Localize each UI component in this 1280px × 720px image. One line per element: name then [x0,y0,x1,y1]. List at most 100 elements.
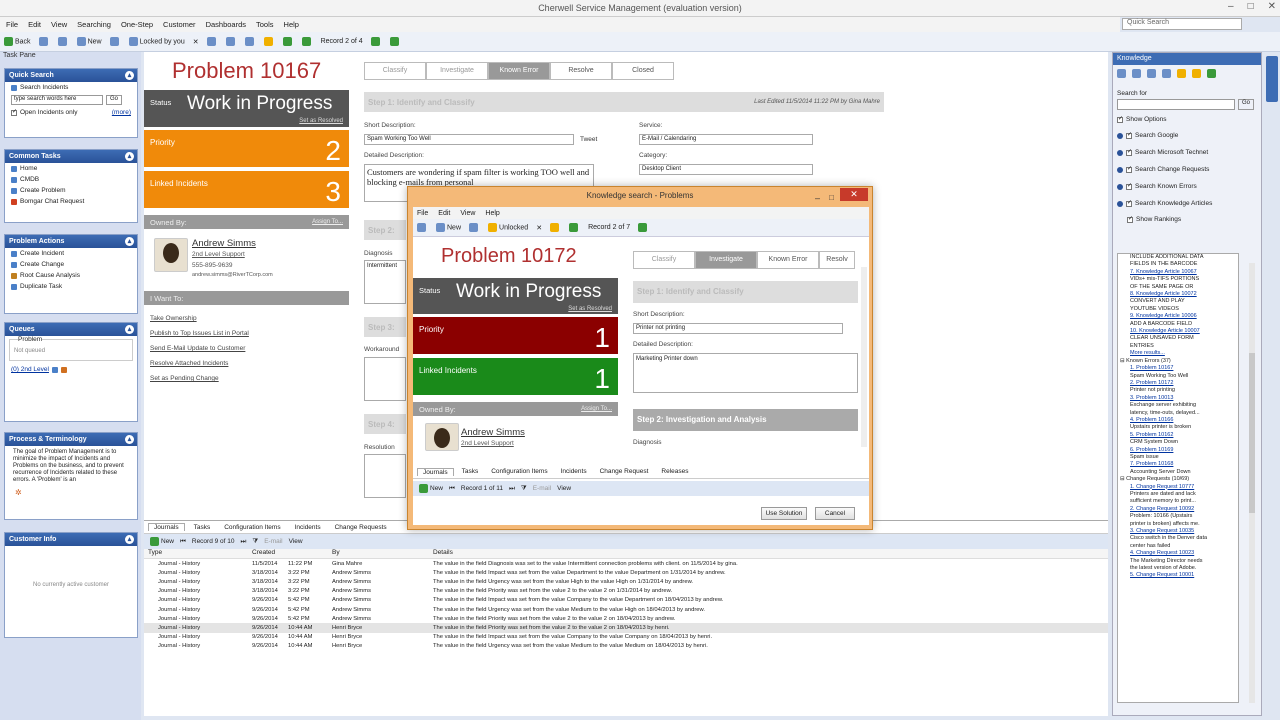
knowledge-result-link[interactable]: 3. Change Request 10035 [1118,528,1238,535]
table-row[interactable]: Journal - History 3/18/2014 3:22 PM Andrew … [144,568,1108,577]
step-known-error[interactable]: Known Error [488,62,550,80]
dialog-menu-file[interactable]: File [417,210,428,217]
table-row[interactable]: Journal - History 9/26/2014 5:42 PM Andrew … [144,605,1108,614]
col-by[interactable]: By [332,549,433,558]
option-articles-checkbox[interactable] [1126,199,1132,207]
set-resolved-link[interactable]: Set as Resolved [299,118,343,124]
new-button[interactable]: New [76,37,102,46]
action-publish[interactable]: Publish to Top Issues List in Portal [150,330,249,337]
scroll-thumb[interactable] [1249,353,1255,513]
dialog-scrollbar[interactable] [861,267,867,447]
step-classify[interactable]: Classify [633,251,695,269]
collapse-icon[interactable]: ▴ [125,325,134,334]
col-created[interactable]: Created [252,549,332,558]
set-resolved-link[interactable]: Set as Resolved [568,306,612,312]
prev-icon[interactable] [569,223,579,232]
prev-record-icon[interactable] [301,37,311,46]
table-row[interactable]: Journal - History 3/18/2014 3:22 PM Andrew … [144,587,1108,596]
knowledge-result-link[interactable]: 7. Problem 10168 [1118,461,1238,468]
queue-link[interactable]: (0) 2nd Level [11,366,49,373]
last-icon[interactable]: ⏭ [509,485,515,493]
collapse-icon[interactable]: ▴ [125,152,134,161]
dialog-menu-help[interactable]: Help [485,210,499,217]
action-pending-change[interactable]: Set as Pending Change [150,375,219,382]
knowledge-result-link[interactable]: More results... [1118,350,1238,357]
next-record-icon[interactable] [370,37,380,46]
lock-button[interactable]: Locked by you [128,37,185,46]
step-known-error[interactable]: Known Error [757,251,819,269]
knowledge-result-link[interactable]: 1. Problem 10167 [1118,365,1238,372]
action-take-ownership[interactable]: Take Ownership [150,315,197,322]
action-create-change[interactable]: Create Change [5,259,137,270]
journal-new-button[interactable]: New [150,537,174,546]
dialog-new-button[interactable]: New [436,223,461,232]
dialog-minimize-icon[interactable]: – [815,189,820,207]
filter-icon[interactable]: ⧩ [521,485,527,493]
search-icon[interactable] [244,37,254,46]
task-bomgar[interactable]: Bomgar Chat Request [5,196,137,207]
queue-add-icon[interactable] [60,366,67,373]
queue-icon[interactable] [51,366,58,373]
use-solution-button[interactable]: Use Solution [761,507,807,520]
col-details[interactable]: Details [433,549,1108,558]
assign-link[interactable]: Assign To... [581,406,612,412]
maximize-icon[interactable]: □ [1248,1,1254,12]
globe-icon[interactable] [1117,69,1126,78]
table-row[interactable]: Journal - History 9/26/2014 5:42 PM Andrew … [144,614,1108,623]
knowledge-result-link[interactable]: 6. Problem 10169 [1118,447,1238,454]
menu-searching[interactable]: Searching [77,20,111,29]
next-icon[interactable] [638,223,648,232]
owner-team[interactable]: 2nd Level Support [192,251,245,258]
option-google-checkbox[interactable] [1126,131,1132,139]
knowledge-result-link[interactable]: 3. Problem 10013 [1118,395,1238,402]
expand-icon[interactable] [1117,183,1123,190]
minimize-icon[interactable]: – [1228,1,1234,12]
collapse-icon[interactable]: ▴ [125,435,134,444]
step-resolve[interactable]: Resolv [819,251,855,269]
dialog-owner-team[interactable]: 2nd Level Support [461,440,514,447]
option-known-errors-checkbox[interactable] [1126,182,1132,190]
tab-journals[interactable]: Journals [148,523,185,531]
search-icon[interactable] [1162,69,1171,78]
linked-incidents-tile[interactable]: Linked Incidents 3 [144,171,349,208]
last-record-icon[interactable] [389,37,399,46]
settings-icon[interactable]: ✲ [5,488,137,497]
table-row[interactable]: Journal - History 9/26/2014 10:44 AM Henri … [144,633,1108,642]
collapse-icon[interactable]: ▴ [125,535,134,544]
dialog-maximize-icon[interactable]: □ [829,189,834,207]
show-options-checkbox[interactable] [1117,115,1123,123]
show-rankings-checkbox[interactable] [1127,215,1133,223]
change-icon[interactable] [1147,69,1156,78]
dialog-detailed-textarea[interactable]: Marketing Printer down [633,353,858,393]
filter-icon[interactable]: ⧩ [252,538,258,546]
attach-icon[interactable] [225,37,235,46]
first-icon[interactable]: ⏮ [180,538,186,546]
option-change-checkbox[interactable] [1126,165,1132,173]
lightbulb-icon[interactable] [263,37,273,46]
last-icon[interactable]: ⏭ [241,538,247,546]
tab-configuration-items[interactable]: Configuration Items [486,468,552,475]
tab-releases[interactable]: Releases [656,468,693,475]
open-only-checkbox[interactable] [11,108,17,116]
category-select[interactable]: Desktop Client [639,164,813,175]
knowledge-result-link[interactable]: 4. Problem 10166 [1118,417,1238,424]
quick-search-field[interactable]: type search words here [11,95,103,105]
diagnosis-textarea[interactable]: Intermittent [364,260,406,304]
knowledge-result-link[interactable]: 9. Knowledge Article 10006 [1118,313,1238,320]
dialog-journal-new[interactable]: New [419,484,443,493]
step-investigate[interactable]: Investigate [695,251,757,269]
go-button[interactable]: Go [106,95,122,105]
save-icon[interactable] [469,223,479,232]
search-incidents-label[interactable]: Search Incidents [5,82,137,93]
expand-icon[interactable] [1117,200,1123,207]
menu-dashboards[interactable]: Dashboards [206,20,246,29]
owner-name[interactable]: Andrew Simms [192,238,256,249]
delete-icon[interactable]: ✕ [193,38,199,46]
tab-journals[interactable]: Journals [417,467,454,476]
forward-icon[interactable] [38,37,48,46]
assign-link[interactable]: Assign To... [312,219,343,225]
knowledge-result-link[interactable]: 8. Knowledge Article 10072 [1118,291,1238,298]
service-select[interactable]: E-Mail / Calendaring [639,134,813,145]
knowledge-result-link[interactable]: 2. Change Request 10092 [1118,506,1238,513]
dialog-short-desc-input[interactable]: Printer not printing [633,323,843,334]
